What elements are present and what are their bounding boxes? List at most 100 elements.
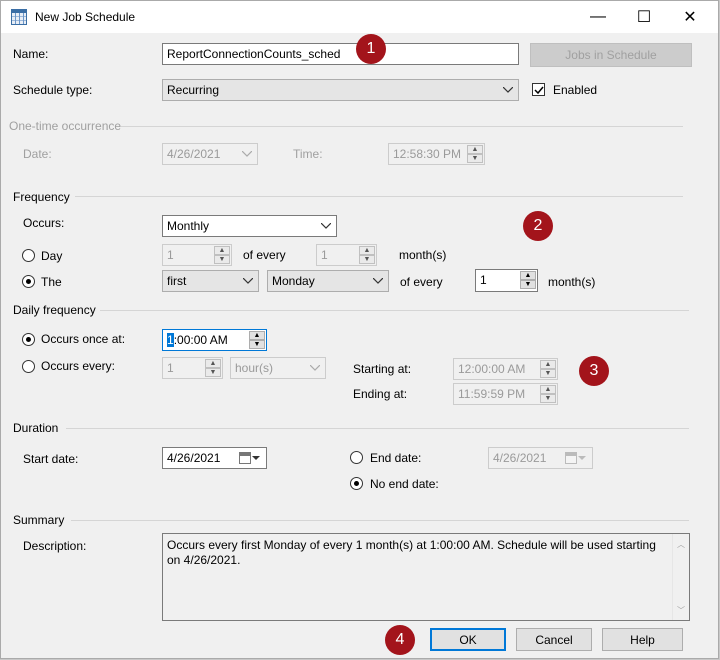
spin-up-icon[interactable]: ▲: [520, 271, 536, 280]
maximize-button[interactable]: ☐: [621, 1, 667, 33]
starting-at-value: 12:00:00 AM: [458, 362, 526, 376]
frequency-group-label: Frequency: [13, 190, 70, 204]
the-label: The: [41, 275, 62, 289]
day-spinner[interactable]: ▲ ▼: [214, 246, 230, 264]
name-input[interactable]: ReportConnectionCounts_sched: [162, 43, 519, 65]
starting-at-spinner[interactable]: ▲ ▼: [540, 360, 556, 378]
enabled-checkbox[interactable]: [532, 83, 545, 96]
ok-button[interactable]: OK: [430, 628, 506, 651]
starting-at-input[interactable]: 12:00:00 AM ▲ ▼: [453, 358, 558, 380]
spin-up-icon[interactable]: ▲: [249, 331, 265, 340]
occurs-every-input[interactable]: 1 ▲ ▼: [162, 357, 223, 379]
spin-down-icon[interactable]: ▼: [249, 340, 265, 349]
spin-up-icon[interactable]: ▲: [205, 359, 221, 368]
occurs-every-spinner[interactable]: ▲ ▼: [205, 359, 221, 377]
duration-group-label: Duration: [13, 421, 59, 435]
spin-up-icon[interactable]: ▲: [359, 246, 375, 255]
occurs-every-unit-value: hour(s): [235, 361, 274, 375]
jobs-in-schedule-button[interactable]: Jobs in Schedule: [530, 43, 692, 67]
spin-down-icon[interactable]: ▼: [205, 368, 221, 377]
daily-frequency-group-label: Daily frequency: [13, 303, 96, 317]
spin-up-icon[interactable]: ▲: [467, 145, 483, 154]
time-spinner[interactable]: ▲ ▼: [467, 145, 483, 163]
occurs-every-radio[interactable]: [22, 360, 35, 373]
chevron-down-icon[interactable]: [250, 452, 262, 464]
spin-up-icon[interactable]: ▲: [540, 360, 556, 369]
enabled-label: Enabled: [553, 83, 598, 97]
schedule-type-select[interactable]: Recurring: [162, 79, 519, 101]
end-date-radio[interactable]: [350, 451, 363, 464]
once-time-spinner[interactable]: ▲ ▼: [249, 331, 265, 349]
ending-at-input[interactable]: 11:59:59 PM ▲ ▼: [453, 383, 558, 405]
cancel-button[interactable]: Cancel: [516, 628, 592, 651]
day-radio[interactable]: [22, 249, 35, 262]
close-button[interactable]: ✕: [667, 1, 713, 33]
spin-down-icon[interactable]: ▼: [214, 255, 230, 264]
occurs-once-radio[interactable]: [22, 333, 35, 346]
ordinal-select[interactable]: first: [162, 270, 259, 292]
spin-up-icon[interactable]: ▲: [214, 246, 230, 255]
occurs-once-time-input[interactable]: 1:00:00 AM ▲ ▼: [162, 329, 267, 351]
chevron-down-icon: [242, 275, 254, 287]
one-time-time-input[interactable]: 12:58:30 PM ▲ ▼: [388, 143, 485, 165]
scroll-down-icon[interactable]: ﹀: [673, 602, 689, 618]
no-end-date-label: No end date:: [370, 477, 439, 491]
occurs-every-unit-select[interactable]: hour(s): [230, 357, 326, 379]
time-remainder: :00:00 AM: [173, 333, 228, 347]
day-number-input[interactable]: 1 ▲ ▼: [162, 244, 232, 266]
spin-up-icon[interactable]: ▲: [540, 385, 556, 394]
ending-at-spinner[interactable]: ▲ ▼: [540, 385, 556, 403]
spin-down-icon[interactable]: ▼: [467, 154, 483, 163]
start-date-label: Start date:: [23, 452, 79, 466]
the-months-label: month(s): [548, 275, 596, 289]
selected-hour: 1: [167, 333, 174, 347]
description-label: Description:: [23, 539, 87, 553]
day-of-every-label: of every: [243, 248, 286, 262]
chevron-down-icon: [502, 84, 514, 96]
one-time-time-value: 12:58:30 PM: [393, 147, 462, 161]
the-months-spinner[interactable]: ▲ ▼: [520, 271, 536, 289]
no-end-date-radio[interactable]: [350, 477, 363, 490]
schedule-grid-icon: [11, 9, 27, 25]
callout-badge-2: 2: [523, 211, 553, 241]
occurs-every-label: Occurs every:: [41, 359, 116, 373]
spin-down-icon[interactable]: ▼: [540, 369, 556, 378]
duration-divider: [66, 428, 689, 429]
help-button[interactable]: Help: [602, 628, 683, 651]
the-of-every-label: of every: [400, 275, 443, 289]
summary-group-label: Summary: [13, 513, 65, 527]
spin-down-icon[interactable]: ▼: [359, 255, 375, 264]
scroll-up-icon[interactable]: ︿: [673, 536, 689, 552]
one-time-date-picker[interactable]: 4/26/2021: [162, 143, 258, 165]
callout-badge-4: 4: [385, 625, 415, 655]
window-title: New Job Schedule: [35, 10, 136, 24]
the-months-input[interactable]: 1 ▲ ▼: [475, 269, 538, 292]
title-bar[interactable]: New Job Schedule — ☐ ✕: [1, 1, 718, 33]
end-date-value: 4/26/2021: [493, 451, 547, 465]
occurs-select[interactable]: Monthly: [162, 215, 337, 237]
day-months-spinner[interactable]: ▲ ▼: [359, 246, 375, 264]
description-scrollbar[interactable]: ︿ ﹀: [672, 534, 689, 620]
occurs-value: Monthly: [167, 219, 210, 233]
callout-badge-1: 1: [356, 34, 386, 64]
day-months-input[interactable]: 1 ▲ ▼: [316, 244, 377, 266]
spin-down-icon[interactable]: ▼: [540, 394, 556, 403]
the-radio[interactable]: [22, 275, 35, 288]
spin-down-icon[interactable]: ▼: [520, 280, 536, 289]
description-textarea[interactable]: Occurs every first Monday of every 1 mon…: [162, 533, 690, 621]
day-months-label: month(s): [399, 248, 447, 262]
end-date-picker[interactable]: 4/26/2021: [488, 447, 593, 469]
chevron-down-icon: [320, 220, 332, 232]
checkmark-icon: [534, 86, 544, 95]
ending-at-label: Ending at:: [353, 387, 408, 401]
end-date-label: End date:: [370, 451, 422, 465]
summary-divider: [71, 520, 689, 521]
start-date-value: 4/26/2021: [167, 451, 221, 465]
close-icon: ✕: [683, 9, 697, 26]
day-number-value: 1: [167, 248, 174, 262]
occurs-label: Occurs:: [23, 216, 65, 230]
weekday-select[interactable]: Monday: [267, 270, 389, 292]
start-date-picker[interactable]: 4/26/2021: [162, 447, 267, 469]
minimize-button[interactable]: —: [575, 1, 621, 33]
starting-at-label: Starting at:: [353, 362, 412, 376]
